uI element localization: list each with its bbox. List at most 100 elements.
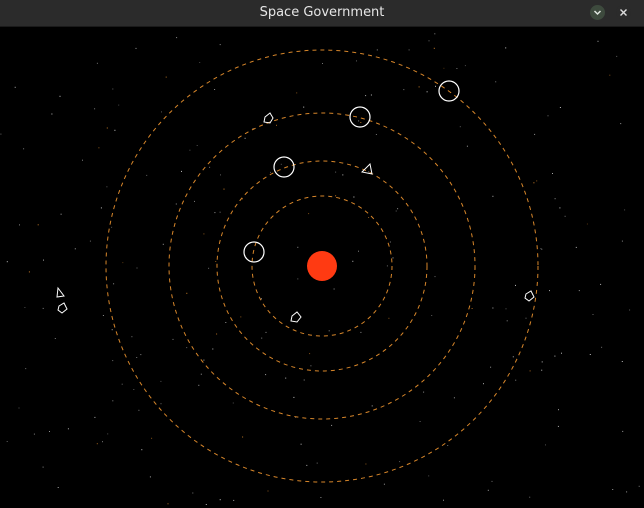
- star: [399, 461, 401, 463]
- sun[interactable]: [307, 251, 337, 281]
- star: [220, 174, 221, 176]
- star: [233, 499, 235, 501]
- star: [14, 86, 16, 88]
- star: [620, 123, 622, 125]
- star: [403, 89, 405, 91]
- star: [375, 134, 377, 135]
- star: [434, 33, 436, 35]
- star: [82, 159, 83, 161]
- star: [621, 361, 623, 362]
- star: [423, 391, 425, 393]
- star: [600, 283, 602, 285]
- star: [495, 81, 497, 83]
- star: [161, 111, 162, 113]
- title-bar[interactable]: Space Government: [0, 0, 644, 27]
- star: [609, 74, 611, 76]
- star: [122, 262, 124, 264]
- star: [151, 437, 153, 439]
- star: [111, 329, 113, 331]
- star: [629, 309, 631, 311]
- star: [296, 92, 298, 94]
- star: [205, 504, 207, 505]
- star: [49, 431, 50, 432]
- asteroid-upper-left[interactable]: [263, 112, 274, 124]
- star: [388, 317, 390, 319]
- star: [28, 271, 30, 273]
- star: [360, 122, 362, 123]
- star: [434, 276, 436, 278]
- star: [186, 347, 188, 349]
- star: [371, 405, 373, 407]
- star: [453, 397, 455, 399]
- star: [376, 49, 378, 51]
- star: [107, 433, 109, 435]
- star: [244, 137, 246, 139]
- star: [320, 497, 322, 498]
- star: [626, 491, 628, 493]
- star: [172, 338, 174, 340]
- close-icon: [620, 9, 627, 16]
- star: [389, 241, 391, 243]
- asteroid-right-edge[interactable]: [524, 290, 535, 302]
- star: [549, 290, 550, 292]
- star: [459, 126, 461, 128]
- star: [352, 260, 354, 262]
- star: [435, 85, 436, 87]
- star: [285, 377, 287, 379]
- asteroid-far-left[interactable]: [57, 302, 68, 314]
- ship-far-left[interactable]: [56, 286, 65, 298]
- star: [94, 416, 96, 418]
- star: [175, 203, 177, 205]
- star: [196, 145, 198, 146]
- star: [165, 76, 167, 78]
- star: [316, 462, 318, 464]
- star: [200, 373, 202, 375]
- star: [23, 148, 25, 150]
- star: [160, 380, 162, 382]
- star: [24, 307, 26, 308]
- star: [342, 174, 344, 176]
- star: [554, 355, 556, 357]
- star: [209, 166, 211, 168]
- star: [94, 108, 96, 110]
- planet-third[interactable]: [349, 106, 371, 128]
- star: [308, 213, 310, 215]
- star: [638, 485, 640, 487]
- star: [540, 248, 542, 250]
- planet-inner[interactable]: [243, 241, 265, 263]
- star: [199, 62, 201, 63]
- star: [89, 240, 91, 242]
- star: [525, 317, 527, 319]
- star: [303, 106, 305, 108]
- star: [395, 210, 397, 212]
- star: [506, 320, 508, 322]
- star: [136, 357, 138, 358]
- minimize-button[interactable]: [590, 5, 605, 20]
- star: [505, 308, 507, 310]
- close-button[interactable]: [616, 5, 631, 20]
- star: [601, 346, 603, 348]
- star: [131, 336, 133, 338]
- star: [113, 283, 115, 285]
- star: [261, 337, 263, 339]
- star: [533, 182, 535, 184]
- star: [309, 353, 311, 355]
- star: [622, 430, 624, 432]
- star: [492, 195, 494, 197]
- star: [303, 379, 305, 381]
- star: [225, 322, 227, 323]
- planet-second[interactable]: [273, 156, 295, 178]
- star: [418, 86, 420, 88]
- asteroid-lower-inner[interactable]: [290, 311, 302, 323]
- star: [431, 315, 433, 316]
- star: [67, 428, 69, 430]
- star: [102, 441, 103, 443]
- star: [114, 129, 116, 131]
- star: [443, 499, 444, 501]
- star: [219, 211, 221, 213]
- star: [310, 365, 312, 367]
- star: [558, 409, 559, 411]
- star: [505, 47, 507, 49]
- star: [42, 307, 44, 309]
- game-canvas[interactable]: [0, 27, 644, 508]
